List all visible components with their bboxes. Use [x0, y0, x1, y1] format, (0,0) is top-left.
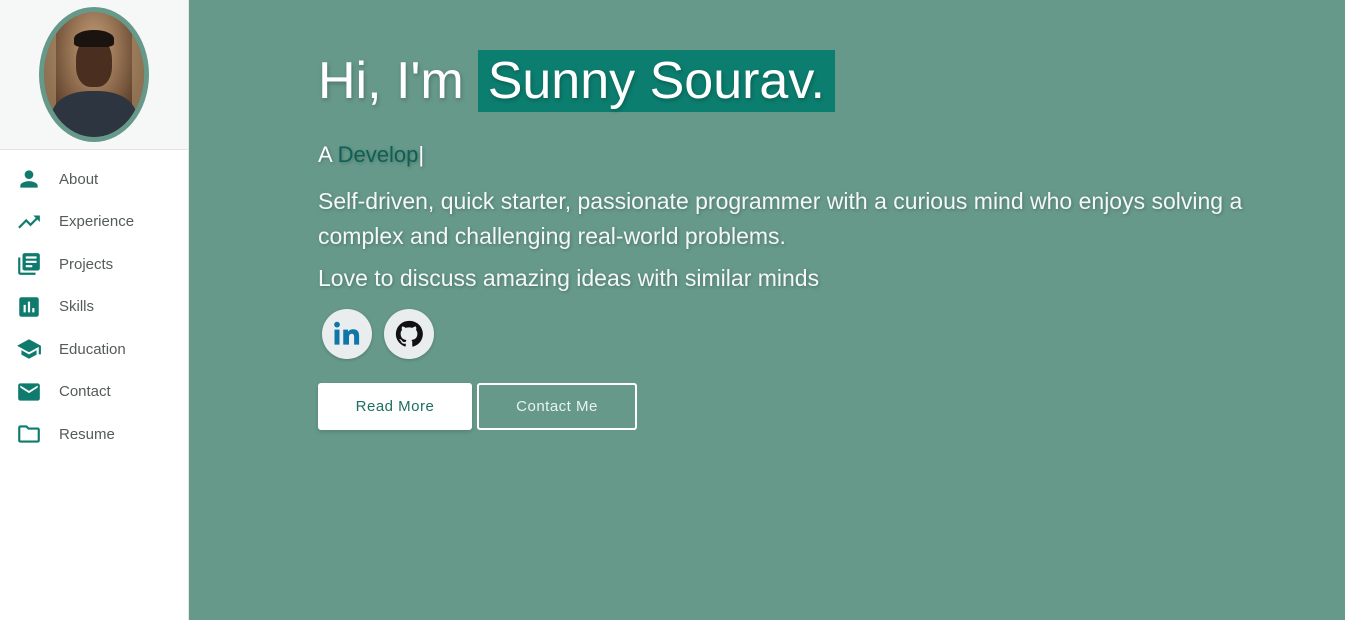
- contact-me-button[interactable]: Contact Me: [477, 383, 637, 430]
- sidebar-item-label: Contact: [59, 383, 111, 401]
- folder-icon: [16, 421, 42, 447]
- read-more-button[interactable]: Read More: [318, 383, 472, 430]
- social-links: [318, 309, 1298, 359]
- typed-role: A Develop|: [318, 142, 1298, 168]
- role-prefix: A: [318, 142, 332, 167]
- sidebar-item-projects[interactable]: Projects: [0, 243, 188, 286]
- sidebar-item-label: About: [59, 170, 99, 188]
- sidebar-item-experience[interactable]: Experience: [0, 201, 188, 244]
- graduation-cap-icon: [16, 336, 42, 362]
- sidebar-item-skills[interactable]: Skills: [0, 286, 188, 329]
- avatar[interactable]: [39, 7, 149, 142]
- linkedin-link[interactable]: [322, 309, 372, 359]
- sidebar-item-label: Projects: [59, 255, 114, 273]
- person-icon: [16, 166, 42, 192]
- sidebar-item-label: Experience: [59, 213, 135, 231]
- library-books-icon: [16, 251, 42, 277]
- mail-icon: [16, 379, 42, 405]
- bio-text: Self-driven, quick starter, passionate p…: [318, 188, 1243, 249]
- tagline-text: Love to discuss amazing ideas with simil…: [318, 265, 820, 291]
- github-icon: [395, 320, 423, 347]
- sidebar-item-resume[interactable]: Resume: [0, 413, 188, 456]
- sidebar-item-label: Education: [59, 340, 126, 358]
- linkedin-icon: [334, 321, 360, 345]
- sidebar-nav: About Experience Projects Skills Educati…: [0, 150, 188, 456]
- sidebar-item-label: Resume: [59, 425, 115, 443]
- hero-buttons: Read More Contact Me: [318, 383, 1298, 430]
- avatar-photo: [44, 12, 144, 137]
- typing-cursor: |: [418, 142, 425, 167]
- github-link[interactable]: [384, 309, 434, 359]
- sidebar: About Experience Projects Skills Educati…: [0, 0, 189, 620]
- greeting-text: Hi, I'm: [318, 52, 464, 110]
- sidebar-item-label: Skills: [59, 298, 95, 316]
- hero-section: Hi, I'm Sunny Sourav. A Develop| Self-dr…: [189, 0, 1345, 620]
- sidebar-item-about[interactable]: About: [0, 158, 188, 201]
- trending-up-icon: [16, 209, 42, 235]
- sidebar-item-contact[interactable]: Contact: [0, 371, 188, 414]
- avatar-container: [0, 0, 188, 150]
- name-highlight: Sunny Sourav.: [477, 50, 835, 112]
- hero-title: Hi, I'm Sunny Sourav.: [318, 48, 1298, 114]
- bar-chart-icon: [16, 294, 42, 320]
- hero-content: Hi, I'm Sunny Sourav. A Develop| Self-dr…: [318, 48, 1298, 430]
- sidebar-item-education[interactable]: Education: [0, 328, 188, 371]
- role-typed-text: Develop: [337, 142, 419, 167]
